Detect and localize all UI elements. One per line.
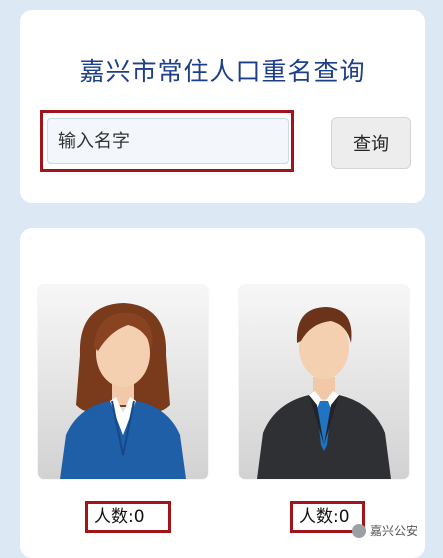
results-panel: 人数:0 人数:0: [20, 228, 425, 558]
watermark-text: 嘉兴公安: [370, 524, 419, 538]
female-count-label: 人数:0: [85, 501, 171, 533]
wechat-icon: [352, 523, 366, 538]
male-avatar-icon: [257, 307, 391, 479]
female-avatar: [38, 285, 208, 479]
name-input[interactable]: [47, 118, 289, 164]
search-button[interactable]: 查询: [331, 117, 411, 169]
search-panel: 嘉兴市常住人口重名查询 查询: [20, 10, 425, 203]
input-highlight-box: [40, 110, 294, 172]
watermark: 嘉兴公安: [352, 522, 418, 539]
female-avatar-icon: [60, 303, 186, 479]
page-title: 嘉兴市常住人口重名查询: [79, 57, 366, 86]
male-avatar: [239, 285, 409, 479]
